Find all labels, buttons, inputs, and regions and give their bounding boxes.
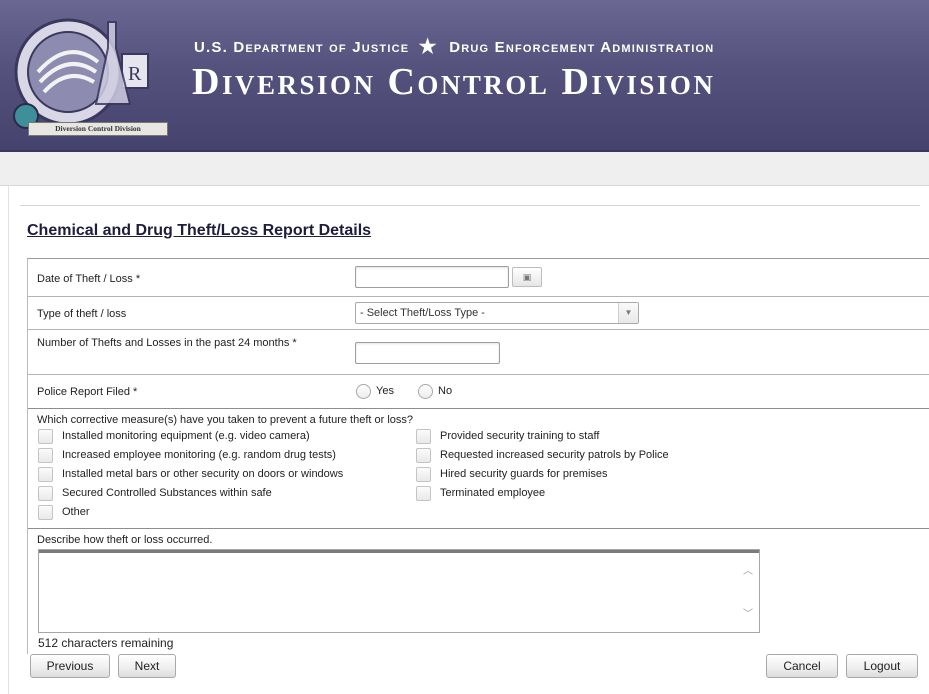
star-icon: ★ xyxy=(418,36,438,58)
count-row: Number of Thefts and Losses in the past … xyxy=(28,330,929,375)
count-input[interactable] xyxy=(355,342,500,364)
describe-textarea[interactable]: ︿ ﹀ xyxy=(38,549,760,633)
navigation-bar xyxy=(0,152,929,186)
header-banner: R Diversion Control Division U.S. Depart… xyxy=(0,0,929,152)
police-report-row: Police Report Filed * Yes No xyxy=(28,375,929,409)
department-name: U.S. Department of Justice xyxy=(194,39,410,56)
measure-label-2[interactable]: Increased employee monitoring (e.g. rand… xyxy=(62,449,336,461)
textarea-top-border xyxy=(39,550,759,553)
checkbox-measure-7[interactable] xyxy=(416,467,431,482)
measure-label-6[interactable]: Requested increased security patrols by … xyxy=(440,449,669,461)
checkbox-measure-8[interactable] xyxy=(416,486,431,501)
chevron-down-icon[interactable]: ﹀ xyxy=(741,605,755,620)
characters-remaining: 512 characters remaining xyxy=(38,636,174,650)
checkbox-measure-2[interactable] xyxy=(38,448,53,463)
theft-type-select[interactable]: - Select Theft/Loss Type - ▼ xyxy=(355,302,639,324)
previous-button[interactable]: Previous xyxy=(30,654,110,678)
checkbox-measure-6[interactable] xyxy=(416,448,431,463)
page-title: Chemical and Drug Theft/Loss Report Deta… xyxy=(27,222,372,239)
date-input[interactable] xyxy=(355,266,509,288)
logout-button[interactable]: Logout xyxy=(846,654,918,678)
checkbox-measure-4[interactable] xyxy=(38,486,53,501)
measure-label-4[interactable]: Secured Controlled Substances within saf… xyxy=(62,487,272,499)
describe-label: Describe how theft or loss occurred. xyxy=(37,534,213,546)
theft-type-selected: - Select Theft/Loss Type - xyxy=(360,307,485,319)
type-row: Type of theft / loss - Select Theft/Loss… xyxy=(28,297,929,330)
date-label: Date of Theft / Loss * xyxy=(37,273,141,285)
agency-name: Drug Enforcement Administration xyxy=(449,39,715,56)
count-label: Number of Thefts and Losses in the past … xyxy=(37,337,297,349)
seal-label: Diversion Control Division xyxy=(28,122,168,136)
measure-label-5[interactable]: Provided security training to staff xyxy=(440,430,599,442)
police-no-radio[interactable] xyxy=(418,384,433,399)
measure-label-8[interactable]: Terminated employee xyxy=(440,487,545,499)
police-yes-radio[interactable] xyxy=(356,384,371,399)
type-label: Type of theft / loss xyxy=(37,308,127,320)
measure-label-3[interactable]: Installed metal bars or other security o… xyxy=(62,468,343,480)
checkbox-measure-1[interactable] xyxy=(38,429,53,444)
police-no-label[interactable]: No xyxy=(438,385,452,397)
theft-loss-form: Date of Theft / Loss * ▣ Type of theft /… xyxy=(27,258,929,654)
chevron-down-icon[interactable]: ▼ xyxy=(618,303,638,323)
measures-row: Which corrective measure(s) have you tak… xyxy=(28,409,929,529)
division-title: Diversion Control Division xyxy=(192,61,716,103)
next-button[interactable]: Next xyxy=(118,654,176,678)
checkbox-measure-3[interactable] xyxy=(38,467,53,482)
date-row: Date of Theft / Loss * ▣ xyxy=(28,259,929,297)
measure-label-1[interactable]: Installed monitoring equipment (e.g. vid… xyxy=(62,430,310,442)
chevron-up-icon[interactable]: ︿ xyxy=(741,562,755,577)
svg-text:R: R xyxy=(128,63,142,85)
checkbox-measure-other[interactable] xyxy=(38,505,53,520)
police-yes-label[interactable]: Yes xyxy=(376,385,394,397)
calendar-icon[interactable]: ▣ xyxy=(512,267,542,287)
cancel-button[interactable]: Cancel xyxy=(766,654,838,678)
divider xyxy=(20,205,920,206)
measures-question: Which corrective measure(s) have you tak… xyxy=(37,414,414,426)
department-heading: U.S. Department of Justice ★ Drug Enforc… xyxy=(194,34,714,59)
measure-label-other[interactable]: Other xyxy=(62,506,90,518)
checkbox-measure-5[interactable] xyxy=(416,429,431,444)
measure-label-7[interactable]: Hired security guards for premises xyxy=(440,468,608,480)
police-label: Police Report Filed * xyxy=(37,386,138,398)
